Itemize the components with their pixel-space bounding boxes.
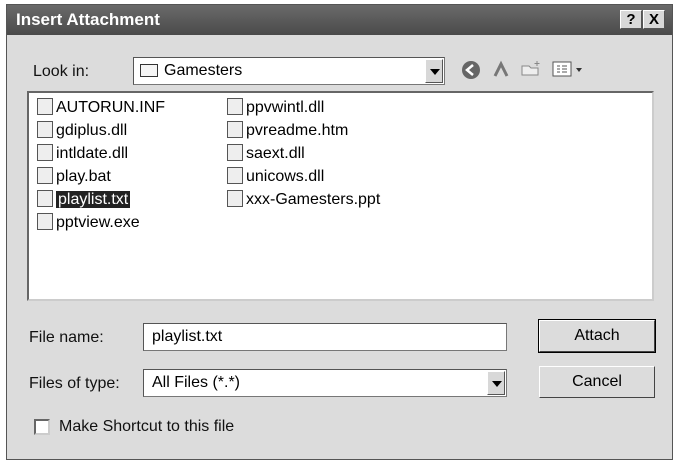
attach-button[interactable]: Attach — [538, 319, 656, 353]
exe-icon — [37, 213, 53, 230]
list-item[interactable]: saext.dll — [227, 143, 305, 165]
list-item[interactable]: ppvwintl.dll — [227, 97, 324, 119]
files-of-type-dropdown[interactable]: All Files (*.*) — [143, 369, 507, 397]
window-title: Insert Attachment — [16, 10, 160, 29]
dll-icon — [227, 144, 243, 161]
make-shortcut-checkbox[interactable] — [34, 419, 50, 435]
help-button[interactable]: ? — [620, 10, 642, 29]
chevron-down-icon[interactable] — [425, 59, 443, 83]
list-item[interactable]: AUTORUN.INF — [37, 97, 165, 119]
ppt-icon — [227, 190, 243, 207]
list-item[interactable]: intldate.dll — [37, 143, 128, 165]
dll-icon — [227, 98, 243, 115]
html-icon — [227, 121, 243, 138]
dll-icon — [227, 167, 243, 184]
chevron-down-icon[interactable] — [487, 371, 505, 395]
list-item-selected[interactable]: playlist.txt — [37, 189, 131, 211]
insert-attachment-dialog: Insert Attachment ? X Look in: Gamesters… — [6, 4, 673, 460]
dll-icon — [37, 121, 53, 138]
setup-info-icon — [37, 98, 53, 115]
dll-icon — [37, 144, 53, 161]
list-item[interactable]: play.bat — [37, 166, 111, 188]
list-item[interactable]: unicows.dll — [227, 166, 324, 188]
list-item[interactable]: pptview.exe — [37, 212, 140, 234]
new-folder-icon[interactable] — [519, 60, 543, 84]
file-name-value: playlist.txt — [152, 328, 223, 345]
cancel-button[interactable]: Cancel — [539, 366, 655, 398]
list-item[interactable]: xxx-Gamesters.ppt — [227, 189, 380, 211]
look-in-value: Gamesters — [164, 62, 243, 79]
batch-icon — [37, 167, 53, 184]
file-name-label: File name: — [29, 329, 104, 346]
view-menu-icon[interactable] — [551, 60, 587, 84]
text-file-icon — [37, 190, 53, 207]
look-in-label: Look in: — [33, 63, 90, 80]
back-arrow-icon[interactable] — [459, 60, 483, 84]
file-name-field[interactable]: playlist.txt — [143, 323, 507, 351]
list-item[interactable]: pvreadme.htm — [227, 120, 348, 142]
look-in-dropdown[interactable]: Gamesters — [133, 57, 445, 85]
file-list[interactable]: AUTORUN.INF gdiplus.dll intldate.dll pla… — [27, 91, 654, 301]
folder-icon — [140, 64, 158, 77]
up-folder-icon[interactable] — [489, 60, 513, 84]
files-of-type-value: All Files (*.*) — [152, 374, 241, 391]
list-item[interactable]: gdiplus.dll — [37, 120, 127, 142]
close-button[interactable]: X — [643, 10, 665, 29]
title-bar[interactable]: Insert Attachment ? X — [7, 5, 672, 35]
files-of-type-label: Files of type: — [29, 375, 120, 392]
make-shortcut-label: Make Shortcut to this file — [59, 418, 235, 435]
